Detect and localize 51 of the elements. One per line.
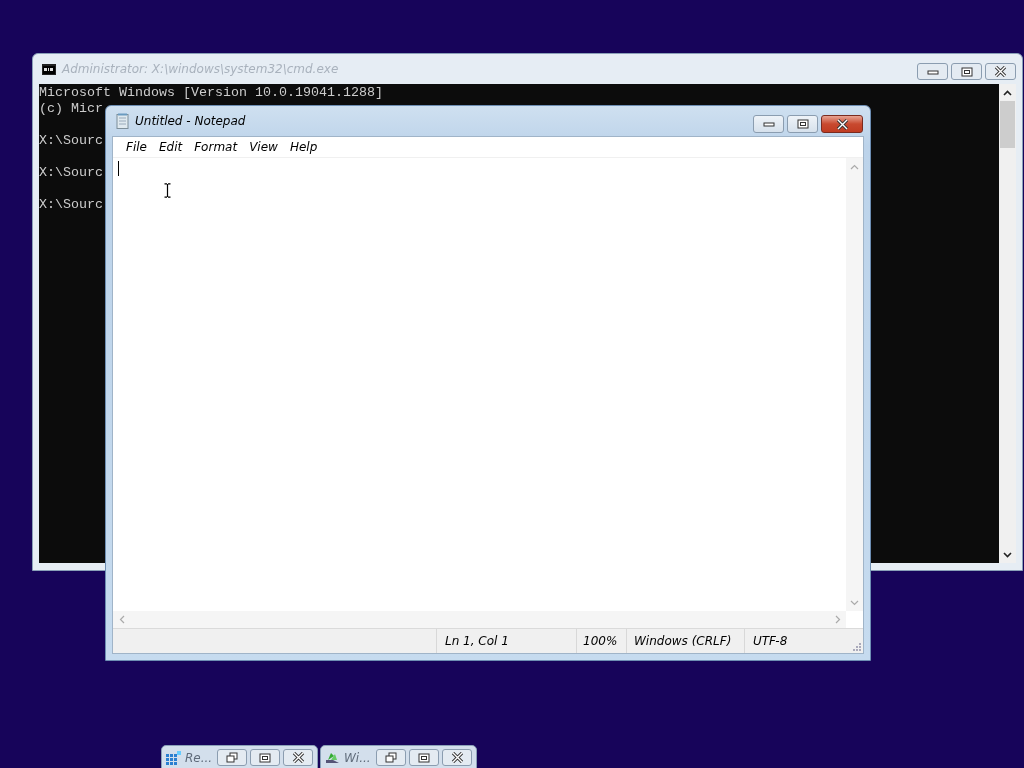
console-line: Microsoft Windows [Version 10.0.19041.1288]	[39, 85, 383, 101]
console-line: (c) Micr	[39, 101, 103, 117]
maximize-button[interactable]	[409, 749, 439, 766]
maximize-icon	[960, 66, 973, 77]
close-button[interactable]	[985, 63, 1016, 80]
grid-icon	[166, 751, 181, 765]
minimize-icon	[762, 120, 775, 128]
restore-button[interactable]	[217, 749, 247, 766]
window-title: Wi...	[344, 751, 371, 765]
restore-icon	[226, 752, 238, 763]
minimize-icon	[926, 67, 939, 76]
close-icon	[994, 66, 1007, 77]
console-line: X:\Sourc	[39, 197, 103, 213]
notepad-icon	[116, 113, 129, 129]
window-title: Untitled - Notepad	[135, 114, 246, 128]
close-button[interactable]	[821, 115, 863, 133]
status-text: UTF-8	[753, 634, 788, 648]
window-title: Administrator: X:\windows\system32\cmd.exe	[62, 62, 339, 76]
menu-item[interactable]: Edit	[152, 140, 189, 154]
menu-item[interactable]: Help	[283, 140, 324, 154]
text-cursor-icon	[164, 183, 171, 198]
close-button[interactable]	[442, 749, 472, 766]
status-text: Windows (CRLF)	[634, 634, 732, 648]
minimized-window[interactable]: Wi...	[320, 745, 477, 768]
console-line: X:\Sourc	[39, 165, 103, 181]
scrollbar[interactable]	[999, 84, 1016, 563]
minimized-window[interactable]: Re...	[161, 745, 318, 768]
close-button[interactable]	[283, 749, 313, 766]
close-icon	[835, 118, 849, 130]
menu-item[interactable]: File	[120, 140, 153, 154]
menu-item[interactable]: View	[243, 140, 284, 154]
maximize-button[interactable]	[787, 115, 818, 133]
close-icon	[291, 752, 305, 763]
window-title: Re...	[185, 751, 213, 765]
restore-button[interactable]	[376, 749, 406, 766]
installer-icon	[325, 751, 340, 765]
maximize-icon	[259, 752, 271, 763]
console-line: X:\Sourc	[39, 133, 103, 149]
console-icon	[42, 63, 56, 75]
restore-icon	[385, 752, 397, 763]
scrollbar-thumb[interactable]	[1000, 101, 1015, 148]
menu-item[interactable]: Format	[188, 140, 244, 154]
status-text: 100%	[583, 634, 618, 648]
maximize-button[interactable]	[951, 63, 982, 80]
status-text: Ln 1, Col 1	[445, 634, 509, 648]
resize-grip-icon[interactable]	[852, 642, 861, 651]
maximize-icon	[796, 119, 809, 129]
maximize-icon	[418, 752, 430, 763]
text-caret	[118, 161, 119, 176]
maximize-button[interactable]	[250, 749, 280, 766]
close-icon	[450, 752, 464, 763]
